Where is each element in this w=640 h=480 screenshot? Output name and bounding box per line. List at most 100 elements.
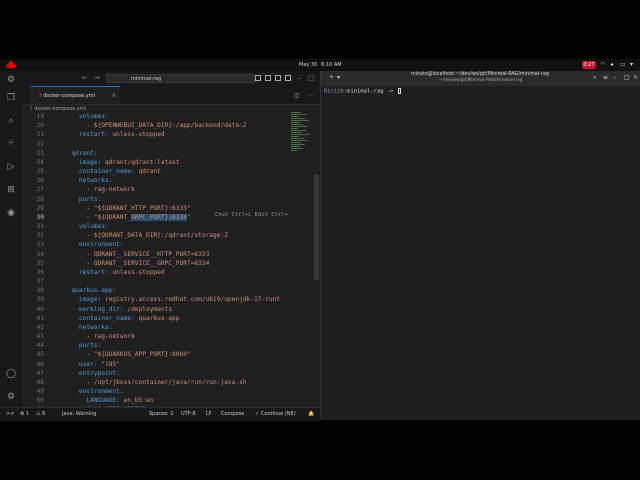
more-actions-icon[interactable]: ⋯ — [308, 92, 314, 99]
wifi-icon[interactable]: ◠ — [600, 61, 605, 68]
clock-time[interactable]: 6:10 AM — [321, 62, 342, 68]
line-number: 37 — [36, 278, 44, 286]
split-editor-icon[interactable]: ◫ — [294, 92, 300, 99]
terminal-menu-icon[interactable]: ≡ — [603, 74, 608, 81]
code-line[interactable]: 26 networks: — [22, 176, 312, 185]
toggle-secondary-sidebar-icon[interactable] — [275, 75, 281, 81]
forward-arrow-icon[interactable]: → — [94, 74, 100, 83]
app-menu-icon[interactable]: ⚙ — [6, 75, 16, 85]
clock-date[interactable]: May 30 — [299, 62, 317, 68]
inline-chat-hint: Chat Ctrl+L Edit Ctrl+ — [215, 212, 288, 218]
code-line[interactable]: 33 environment: — [22, 240, 312, 249]
customize-layout-icon[interactable] — [285, 75, 291, 81]
code-line[interactable]: 43 - rag-network — [22, 332, 312, 341]
minimize-icon[interactable]: – — [297, 74, 301, 83]
terminal-maximize-icon[interactable]: □ — [624, 74, 630, 81]
warning-count[interactable]: ⚠ 6 — [36, 408, 45, 420]
line-text: - QDRANT__SERVICE__GRPC_PORT=6334 — [64, 259, 209, 268]
terminal-window[interactable] — [320, 71, 640, 420]
power-menu-icon[interactable]: ▾ — [630, 61, 633, 68]
account-icon[interactable]: ◯ — [6, 369, 16, 379]
code-line[interactable]: 19 volumes: — [22, 112, 312, 121]
line-number: 36 — [36, 268, 44, 276]
line-text: - ${OPENWEBUI_DATA_DIR}:/app/backend/dat… — [64, 121, 246, 130]
toggle-panel-icon[interactable] — [265, 75, 271, 81]
new-tab-icon[interactable]: + — [329, 74, 334, 81]
line-number: 39 — [36, 296, 44, 304]
code-line[interactable]: 25 container_name: qdrant — [22, 167, 312, 176]
notifications-bell-icon[interactable]: 🔔 — [308, 408, 314, 420]
maximize-icon[interactable]: □ — [308, 74, 315, 83]
code-line[interactable]: 34 - QDRANT__SERVICE__HTTP_PORT=6333 — [22, 250, 312, 259]
code-line[interactable]: 40 working_dir: /deployments — [22, 305, 312, 314]
code-line[interactable]: 27 - rag-network — [22, 185, 312, 194]
line-number: 19 — [36, 113, 44, 120]
explorer-icon[interactable]: ❐ — [6, 93, 16, 103]
code-editor[interactable]: 19 volumes: 20 - ${OPENWEBUI_DATA_DIR}:/a… — [22, 112, 312, 407]
code-line[interactable]: 41 container_name: quarkus-app — [22, 314, 312, 323]
code-line[interactable]: 24 image: qdrant/qdrant:latest — [22, 158, 312, 167]
line-text: ports: — [64, 341, 101, 350]
terminal-prompt[interactable]: Dirish:minimal-rag -> — [324, 88, 401, 95]
code-line[interactable]: 31 volumes: — [22, 222, 312, 231]
code-line[interactable]: 22 — [22, 140, 312, 149]
error-count[interactable]: ⊗ 1 — [20, 408, 29, 420]
tab-docker-compose[interactable]: ! docker-compose.yml × — [30, 86, 120, 104]
minimap[interactable] — [291, 112, 313, 172]
remote-indicator[interactable]: >< — [6, 408, 14, 420]
code-token: quarkus-app — [138, 314, 180, 322]
code-line[interactable]: 47 entrypoint: — [22, 369, 312, 378]
code-line[interactable]: 44 ports: — [22, 341, 312, 350]
code-token: networks: — [64, 323, 113, 331]
code-line[interactable]: 20 - ${OPENWEBUI_DATA_DIR}:/app/backend/… — [22, 121, 312, 130]
code-line[interactable]: 21 restart: unless-stopped — [22, 130, 312, 139]
tab-close-icon[interactable]: × — [112, 87, 116, 105]
line-text: working_dir: /deployments — [64, 305, 172, 314]
back-arrow-icon[interactable]: ← — [82, 74, 88, 83]
terminal-search-icon[interactable]: ⌕ — [593, 74, 596, 82]
code-line[interactable]: 50 LANGUAGE: en_US:en — [22, 396, 312, 405]
editor-scrollbar[interactable] — [314, 175, 319, 280]
encoding-status[interactable]: UTF-8 — [181, 408, 196, 420]
terminal-close-icon[interactable]: × — [633, 74, 638, 81]
system-top-bar: May 30 6:10 AM 0:27 ◠ ◂ ▭ ▾ — [0, 59, 640, 71]
manage-gear-icon[interactable]: ⚙ — [6, 392, 16, 402]
language-mode[interactable]: Compose — [221, 408, 244, 420]
code-line[interactable]: 35 - QDRANT__SERVICE__GRPC_PORT=6334 — [22, 259, 312, 268]
vscode-title-bar: ← → minimal-rag – □ × — [22, 71, 326, 86]
volume-icon[interactable]: ◂ — [610, 61, 613, 68]
code-token: - — [64, 186, 94, 194]
toggle-sidebar-icon[interactable] — [255, 75, 261, 81]
terminal-minimize-icon[interactable]: – — [614, 74, 617, 81]
java-status[interactable]: Java: Warning — [62, 408, 96, 420]
redhat-logo-icon[interactable] — [6, 60, 16, 69]
code-line[interactable]: 46 user: "185" — [22, 360, 312, 369]
command-center-search[interactable]: minimal-rag — [106, 74, 256, 83]
code-line[interactable]: 39 image: registry.access.redhat.com/ubi… — [22, 295, 312, 304]
line-text: restart: unless-stopped — [64, 268, 165, 277]
code-line[interactable]: 32 - ${QDRANT_DATA_DIR}:/qdrant/storage:… — [22, 231, 312, 240]
code-line[interactable]: 36 restart: unless-stopped — [22, 268, 312, 277]
code-line[interactable]: 48 - /opt/jboss/container/java/run/run-j… — [22, 378, 312, 387]
continue-status[interactable]: ✓ Continue (NE) — [255, 408, 296, 420]
code-line[interactable]: 37 — [22, 277, 312, 286]
source-control-icon[interactable]: ⑂ — [6, 139, 16, 149]
code-line[interactable]: 49 environment: — [22, 387, 312, 396]
line-number: 40 — [36, 305, 44, 313]
extensions-icon[interactable]: ⊞ — [6, 185, 16, 195]
remote-explorer-icon[interactable]: ◉ — [6, 208, 16, 218]
code-line[interactable]: 45 - "${QUARKUS_APP_PORT}:8080" — [22, 350, 312, 359]
run-debug-icon[interactable]: ▷ — [6, 162, 16, 172]
search-icon[interactable]: ⌕ — [6, 116, 16, 126]
code-line[interactable]: 38 quarkus-app: — [22, 286, 312, 295]
line-number: 31 — [36, 223, 44, 231]
indentation-status[interactable]: Spaces: 2 — [149, 408, 173, 420]
code-token: - — [64, 232, 94, 240]
eol-status[interactable]: LF — [206, 408, 212, 420]
battery-icon[interactable]: ▭ — [620, 61, 626, 68]
code-line[interactable]: 42 networks: — [22, 323, 312, 332]
code-line[interactable]: 23 qdrant: — [22, 149, 312, 158]
tab-dropdown-icon[interactable]: ▾ — [337, 74, 340, 81]
code-line[interactable]: 28 ports: — [22, 195, 312, 204]
battery-badge[interactable]: 0:27 — [582, 61, 596, 69]
